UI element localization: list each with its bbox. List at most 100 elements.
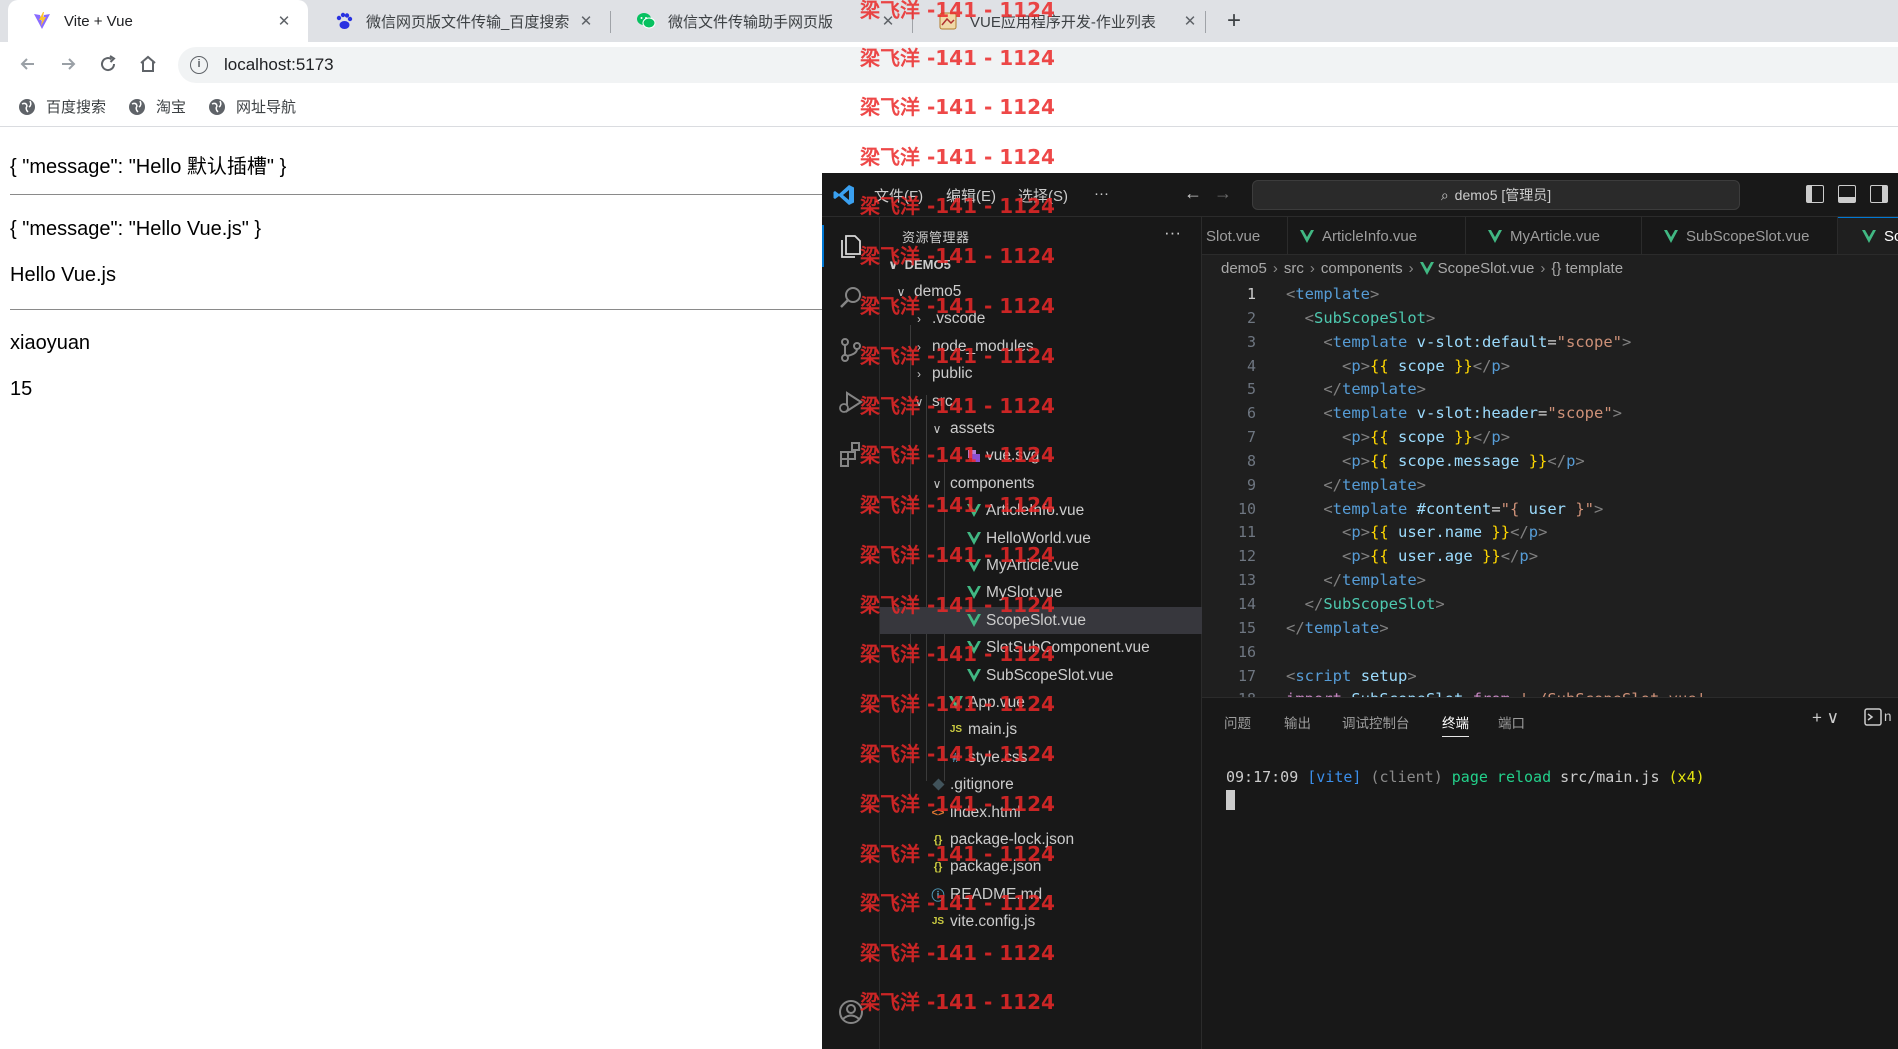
tree-file-package-lock-json[interactable]: {} package-lock.json	[880, 826, 1202, 853]
tree-folder-src[interactable]: ∨ src	[880, 388, 1202, 415]
breadcrumb-file[interactable]: ScopeSlot.vue	[1438, 260, 1535, 277]
nav-forward-icon[interactable]: →	[1214, 183, 1232, 204]
extensions-icon[interactable]	[834, 437, 868, 471]
breadcrumb-symbol[interactable]: {} template	[1551, 260, 1623, 277]
wechat-icon	[636, 11, 656, 31]
html-file-icon: <>	[931, 806, 945, 819]
menu-more[interactable]: ···	[1094, 185, 1109, 202]
tree-file-package-json[interactable]: {} package.json	[880, 853, 1202, 880]
breadcrumb: demo5 › src › components › ScopeSlot.vue › {…	[1221, 259, 1624, 277]
tree-file-vite-config-js[interactable]: JS vite.config.js	[880, 908, 1202, 935]
bookmark-label: 淘宝	[156, 99, 187, 116]
line-number: 13	[1237, 571, 1256, 590]
breadcrumb-components[interactable]: components	[1321, 260, 1403, 277]
bookmark-label: 网址导航	[236, 99, 297, 116]
home-button[interactable]	[130, 46, 166, 82]
editor-tab-scopeslot-active[interactable]: Sc	[1838, 217, 1898, 254]
browser-tab-vue-homework[interactable]: VUE应用程序开发-作业列表 ✕	[914, 0, 1214, 42]
vue-file-icon	[966, 668, 982, 684]
tree-folder-node-modules[interactable]: › node_modules	[880, 333, 1202, 360]
tree-folder-public[interactable]: › public	[880, 360, 1202, 387]
bookmark-site-nav[interactable]: 网址导航	[208, 96, 296, 117]
toggle-sidebar-icon[interactable]	[1806, 185, 1824, 203]
forward-button[interactable]	[50, 46, 86, 82]
js-file-icon: JS	[949, 724, 963, 735]
json-file-icon: {}	[933, 860, 943, 873]
globe-icon	[129, 98, 145, 115]
panel-tab-debug-console[interactable]: 调试控制台	[1342, 712, 1410, 732]
terminal-output[interactable]: 09:17:09 [vite] (client) page reload src…	[1226, 768, 1705, 786]
tree-folder-components[interactable]: ∨ components	[880, 470, 1202, 497]
tree-file-slotsubcomponent-vue[interactable]: SlotSubComponent.vue	[880, 634, 1202, 661]
tree-folder-demo5[interactable]: ∨ demo5	[880, 278, 1202, 305]
editor-tab-articleinfo[interactable]: ArticleInfo.vue	[1288, 217, 1466, 254]
editor-tab-subscopeslot[interactable]: SubScopeSlot.vue	[1642, 217, 1838, 254]
breadcrumb-demo5[interactable]: demo5	[1221, 260, 1267, 277]
tree-file-gitignore[interactable]: .gitignore	[880, 771, 1202, 798]
search-icon[interactable]	[834, 281, 868, 315]
arrow-right-icon	[62, 58, 76, 70]
panel-tab-problems[interactable]: 问题	[1224, 712, 1251, 732]
menu-file[interactable]: 文件(F)	[874, 185, 923, 206]
browser-tab-baidu-search[interactable]: 微信网页版文件传输_百度搜索 ✕	[310, 0, 610, 42]
panel-tab-ports[interactable]: 端口	[1498, 712, 1525, 732]
tree-file-readme-md[interactable]: ⓘ README.md	[880, 881, 1202, 908]
tree-folder-assets[interactable]: ∨ assets	[880, 415, 1202, 442]
command-center-search[interactable]: ⌕ demo5 [管理员]	[1252, 180, 1740, 210]
tree-file-myarticle-vue[interactable]: MyArticle.vue	[880, 552, 1202, 579]
new-tab-button[interactable]: +	[1218, 6, 1250, 38]
nav-back-icon[interactable]: ←	[1184, 183, 1202, 204]
toggle-secondary-sidebar-icon[interactable]	[1870, 185, 1888, 203]
tree-file-helloworld-vue[interactable]: HelloWorld.vue	[880, 525, 1202, 552]
tree-file-subscopeslot-vue[interactable]: SubScopeSlot.vue	[880, 662, 1202, 689]
tree-file-main-js[interactable]: JS main.js	[880, 716, 1202, 743]
tree-file-myslot-vue[interactable]: MySlot.vue	[880, 579, 1202, 606]
tree-file-articleinfo-vue[interactable]: ArticleInfo.vue	[880, 497, 1202, 524]
workspace-root[interactable]: ∨ DEMO5	[888, 257, 951, 273]
breadcrumb-src[interactable]: src	[1284, 260, 1304, 277]
site-info-icon[interactable]: i	[190, 56, 208, 74]
panel-tab-terminal[interactable]: 终端	[1442, 712, 1469, 737]
line-number: 7	[1246, 428, 1256, 447]
back-button[interactable]	[10, 46, 46, 82]
reload-button[interactable]	[90, 46, 126, 82]
line-number: 2	[1246, 308, 1256, 327]
browser-tab-wechat[interactable]: 微信文件传输助手网页版 ✕	[612, 0, 912, 42]
tab-close-icon[interactable]: ✕	[878, 12, 898, 30]
tree-file-index-html[interactable]: <> index.html	[880, 799, 1202, 826]
bookmark-taobao[interactable]: 淘宝	[128, 96, 186, 117]
tree-file-app-vue[interactable]: App.vue	[880, 689, 1202, 716]
tree-file-style-css[interactable]: # style.css	[880, 744, 1202, 771]
bookmark-label: 百度搜索	[46, 99, 107, 116]
vscode-window: 文件(F) 编辑(E) 选择(S) ··· ← → ⌕ demo5 [管理员]	[822, 173, 1898, 1049]
url-text: localhost:5173	[224, 55, 334, 74]
line-number: 14	[1237, 594, 1256, 613]
source-control-icon[interactable]	[834, 333, 868, 367]
terminal-cursor	[1226, 790, 1235, 810]
tree-file-vue-svg[interactable]: vue.svg	[880, 442, 1202, 469]
editor-tab-myarticle[interactable]: MyArticle.vue	[1466, 217, 1642, 254]
vue-file-icon	[966, 640, 982, 656]
panel-tab-output[interactable]: 输出	[1284, 712, 1311, 732]
account-icon[interactable]	[834, 995, 868, 1029]
tab-close-icon[interactable]: ✕	[274, 12, 294, 30]
menu-edit[interactable]: 编辑(E)	[946, 185, 996, 206]
code-editor[interactable]: 1 <template> 2 <SubScopeSlot> 3 <template…	[1202, 283, 1898, 760]
tree-folder-vscode[interactable]: › .vscode	[880, 305, 1202, 332]
explorer-files-icon[interactable]	[822, 225, 868, 267]
terminal-switch-icon[interactable]: n	[1864, 708, 1892, 726]
bookmark-baidu[interactable]: 百度搜索	[18, 96, 106, 117]
menu-selection[interactable]: 选择(S)	[1018, 185, 1068, 206]
browser-tab-vite-vue[interactable]: Vite + Vue ✕	[8, 0, 308, 42]
tree-file-scopeslot-vue[interactable]: ScopeSlot.vue	[880, 607, 1202, 634]
toggle-panel-icon[interactable]	[1838, 185, 1856, 203]
editor-tab-slot[interactable]: Slot.vue	[1202, 217, 1288, 254]
command-center-label: demo5 [管理员]	[1454, 187, 1552, 203]
default-slot-output: { "message": "Hello 默认插槽" }	[10, 156, 287, 178]
tab-close-icon[interactable]: ✕	[576, 12, 596, 30]
run-debug-icon[interactable]	[834, 385, 868, 419]
explorer-more-icon[interactable]: ···	[1164, 223, 1181, 243]
address-bar[interactable]: i localhost:5173	[178, 47, 1898, 83]
new-terminal-button[interactable]: + ∨	[1812, 708, 1839, 728]
tab-close-icon[interactable]: ✕	[1180, 12, 1200, 30]
